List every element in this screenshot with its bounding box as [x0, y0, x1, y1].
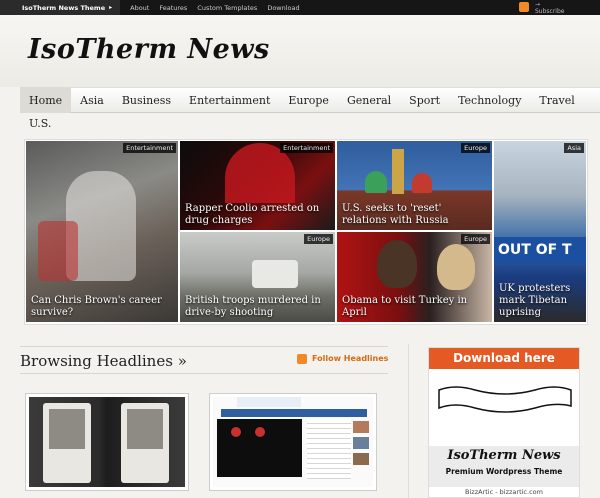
headline-thumbnail-web[interactable] — [209, 393, 377, 491]
feature-caption[interactable]: UK protesters mark Tibetan uprising — [499, 283, 582, 319]
subscribe-label: Subscribe — [535, 8, 565, 15]
nav-item-sport[interactable]: Sport — [400, 87, 449, 113]
arrow-right-icon: ▸ — [109, 4, 113, 11]
nav-item-asia[interactable]: Asia — [71, 87, 113, 113]
feature-photo-dome — [412, 173, 432, 193]
browsing-headlines-title[interactable]: Browsing Headlines » — [20, 352, 187, 370]
top-link-custom-templates[interactable]: Custom Templates — [197, 4, 257, 12]
subscribe-link[interactable]: → Subscribe — [535, 1, 564, 15]
download-here-button[interactable]: Download here — [429, 348, 579, 369]
feature-tile-obama[interactable]: Europe Obama to visit Turkey in April — [337, 232, 492, 322]
category-tag[interactable]: Asia — [564, 143, 584, 153]
category-tag[interactable]: Europe — [461, 234, 490, 244]
nav-item-general[interactable]: General — [338, 87, 400, 113]
feature-photo — [392, 149, 404, 194]
top-link-about[interactable]: About — [130, 4, 149, 12]
main-nav: Home Asia Business Entertainment Europe … — [20, 87, 600, 113]
feature-photo-second — [437, 244, 475, 290]
follow-headlines-link[interactable]: Follow Headlines — [312, 354, 388, 363]
feature-photo — [252, 260, 298, 288]
feature-photo-accent — [38, 221, 78, 281]
feature-tile-chris-brown[interactable]: Entertainment Can Chris Brown's career s… — [26, 141, 178, 322]
feature-caption[interactable]: U.S. seeks to 'reset' relations with Rus… — [342, 203, 488, 227]
top-link-features[interactable]: Features — [159, 4, 187, 12]
subscribe-dash: → — [535, 1, 541, 8]
rss-icon[interactable] — [297, 354, 307, 364]
category-tag[interactable]: Entertainment — [280, 143, 333, 153]
site-logo[interactable]: IsoTherm News — [28, 34, 270, 65]
category-tag[interactable]: Europe — [461, 143, 490, 153]
featured-grid: Entertainment Can Chris Brown's career s… — [24, 139, 588, 325]
category-tag[interactable]: Europe — [304, 234, 333, 244]
feature-caption[interactable]: Rapper Coolio arrested on drug charges — [185, 203, 331, 227]
ribbon-banner-icon — [438, 386, 572, 413]
top-bar: IsoTherm News Theme ▸ About Features Cus… — [0, 0, 600, 15]
download-ad[interactable]: Download here IsoTherm News Premium Word… — [428, 347, 580, 498]
theme-brand-link[interactable]: IsoTherm News Theme ▸ — [0, 0, 121, 15]
category-tag[interactable]: Entertainment — [123, 143, 176, 153]
nav-item-europe[interactable]: Europe — [279, 87, 338, 113]
site-header: IsoTherm News — [0, 15, 600, 87]
thumbnail-image — [29, 397, 185, 487]
rss-icon[interactable] — [519, 2, 529, 12]
nav-item-home[interactable]: Home — [20, 87, 72, 113]
top-link-download[interactable]: Download — [267, 4, 299, 12]
ad-url[interactable]: BizzArtic - bizzartic.com — [429, 488, 579, 496]
theme-brand-label: IsoTherm News Theme — [22, 3, 106, 12]
feature-caption[interactable]: Can Chris Brown's career survive? — [31, 295, 174, 319]
feature-tile-tibet[interactable]: OUT OF T Asia UK protesters mark Tibetan… — [494, 141, 586, 322]
thumbnail-image — [213, 397, 373, 487]
divider — [408, 344, 409, 498]
nav-item-business[interactable]: Business — [113, 87, 180, 113]
ad-subtitle: Premium Wordpress Theme — [445, 467, 563, 476]
feature-photo — [377, 240, 417, 288]
feature-tile-russia[interactable]: Europe U.S. seeks to 'reset' relations w… — [337, 141, 492, 230]
ad-logo: IsoTherm News — [447, 448, 561, 463]
feature-photo-dome — [365, 171, 387, 193]
feature-caption[interactable]: British troops murdered in drive-by shoo… — [185, 295, 331, 319]
feature-tile-coolio[interactable]: Entertainment Rapper Coolio arrested on … — [180, 141, 335, 230]
feature-photo-banner-text: OUT OF T — [498, 242, 572, 258]
nav-item-travel[interactable]: Travel — [530, 87, 583, 113]
headline-thumbnail-kindle[interactable] — [25, 393, 189, 491]
nav-item-technology[interactable]: Technology — [449, 87, 530, 113]
feature-tile-british-troops[interactable]: Europe British troops murdered in drive-… — [180, 232, 335, 322]
nav-item-us[interactable]: U.S. — [29, 117, 51, 130]
divider — [20, 373, 388, 374]
divider — [20, 346, 388, 347]
feature-caption[interactable]: Obama to visit Turkey in April — [342, 295, 488, 319]
nav-item-entertainment[interactable]: Entertainment — [180, 87, 279, 113]
